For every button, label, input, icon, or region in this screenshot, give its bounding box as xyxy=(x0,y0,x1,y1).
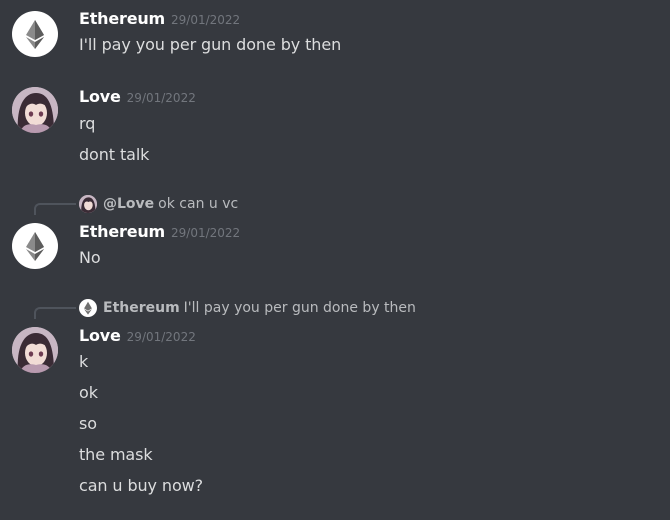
reply-avatar-ethereum xyxy=(79,299,97,317)
timestamp: 29/01/2022 xyxy=(171,226,241,240)
message-header: Ethereum 29/01/2022 xyxy=(79,9,240,31)
message-text: so xyxy=(79,414,97,433)
anime-girl-avatar xyxy=(12,87,58,133)
reply-connector xyxy=(34,203,76,215)
username[interactable]: Love xyxy=(79,326,121,345)
reply-content: @Love ok can u vc xyxy=(103,196,238,212)
reply-preview[interactable]: @Love ok can u vc xyxy=(0,194,670,215)
love-avatar[interactable] xyxy=(12,87,58,133)
message-text: the mask xyxy=(79,445,153,464)
reply-avatar-love xyxy=(79,195,97,213)
ethereum-logo-icon xyxy=(26,20,44,49)
timestamp: 29/01/2022 xyxy=(171,13,241,27)
chat-messages: Ethereum 29/01/2022 I'll pay you per gun … xyxy=(0,0,670,520)
message-text: k xyxy=(79,352,89,371)
message-header: Love 29/01/2022 xyxy=(79,87,196,109)
love-avatar[interactable] xyxy=(12,327,58,373)
message-text: ok xyxy=(79,383,98,402)
anime-girl-avatar xyxy=(79,195,97,213)
message-text: dont talk xyxy=(79,145,150,164)
username[interactable]: Ethereum xyxy=(79,9,165,28)
message-text: rq xyxy=(79,114,96,133)
message-header: Love 29/01/2022 xyxy=(79,326,196,348)
ethereum-avatar[interactable] xyxy=(12,223,58,269)
timestamp: 29/01/2022 xyxy=(126,330,196,344)
username[interactable]: Ethereum xyxy=(79,222,165,241)
message-header: Ethereum 29/01/2022 xyxy=(79,222,240,244)
reply-snippet: ok can u vc xyxy=(158,196,239,212)
reply-author: Ethereum xyxy=(103,300,180,316)
ethereum-logo-icon xyxy=(84,301,92,315)
timestamp: 29/01/2022 xyxy=(126,91,196,105)
ethereum-logo-icon xyxy=(26,232,44,261)
message-text: I'll pay you per gun done by then xyxy=(79,35,342,54)
username[interactable]: Love xyxy=(79,87,121,106)
reply-content: Ethereum I'll pay you per gun done by the… xyxy=(103,300,416,316)
reply-author: @Love xyxy=(103,196,155,212)
ethereum-avatar[interactable] xyxy=(12,11,58,57)
reply-preview[interactable]: Ethereum I'll pay you per gun done by the… xyxy=(0,298,670,319)
message-text: can u buy now? xyxy=(79,476,204,495)
reply-connector xyxy=(34,307,76,319)
reply-snippet: I'll pay you per gun done by then xyxy=(183,300,416,316)
anime-girl-avatar xyxy=(12,327,58,373)
message-text: No xyxy=(79,248,101,267)
